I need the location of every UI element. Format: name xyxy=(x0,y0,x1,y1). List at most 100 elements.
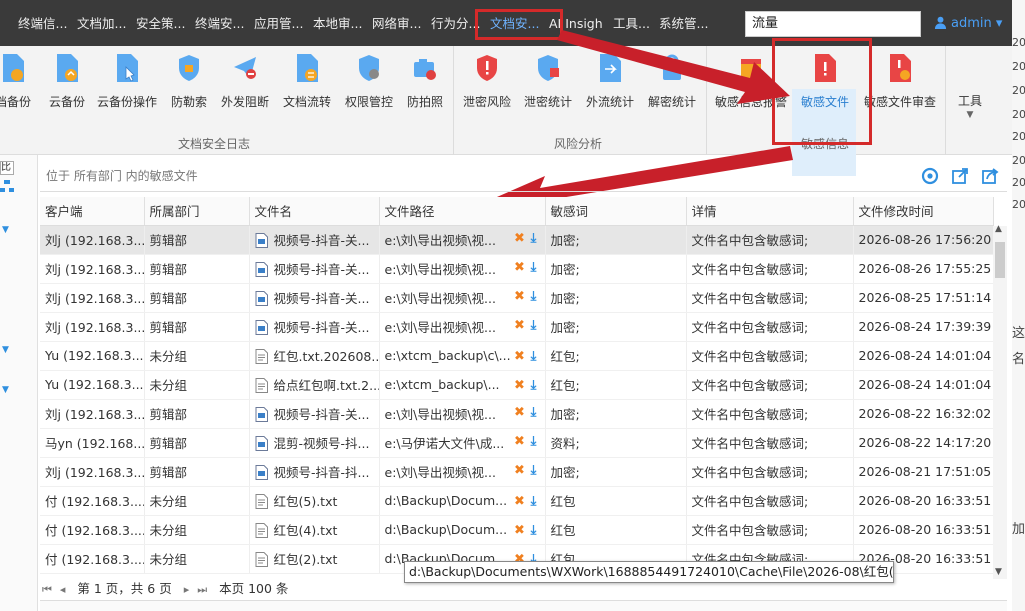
document-icon xyxy=(255,291,268,306)
ribbon-anti-ransomware-button[interactable]: 防勒索 xyxy=(164,46,214,131)
ribbon-sensitive-file-review-button[interactable]: 敏感文件审查 xyxy=(860,46,940,131)
table-row[interactable]: 刘j (192.168.3.... 剪辑部 视频号-抖音-关... e:\刘\导出视频… xyxy=(40,225,994,255)
cell-detail: 文件名中包含敏感词; xyxy=(686,254,854,284)
column-header-modified-time[interactable]: 文件修改时间 xyxy=(853,197,994,226)
ribbon-tools-dropdown[interactable]: 工具 ▼ xyxy=(948,46,992,131)
path-tooltip: d:\Backup\Documents\WXWork\1688854491724… xyxy=(404,561,894,583)
ribbon-doc-backup-button[interactable]: 档备份 xyxy=(0,46,38,131)
ribbon-anti-photo-button[interactable]: 防拍照 xyxy=(402,46,448,131)
ribbon-leak-stats-button[interactable]: 泄密统计 xyxy=(520,46,576,131)
filepath-text: e:\刘\导出视频\视... xyxy=(384,320,496,335)
download-icon[interactable]: ⤓ xyxy=(527,434,541,449)
column-header-detail[interactable]: 详情 xyxy=(686,197,854,226)
strip-text: 20 xyxy=(1012,36,1025,49)
delete-icon[interactable]: ✖ xyxy=(513,318,527,333)
cell-client: 刘j (192.168.3.... xyxy=(40,283,145,313)
strip-text: 名 xyxy=(1012,352,1025,367)
org-tree-icon[interactable] xyxy=(0,179,14,193)
nav-system-management[interactable]: 系统管... xyxy=(659,0,708,46)
delete-icon[interactable]: ✖ xyxy=(513,378,527,393)
delete-icon[interactable]: ✖ xyxy=(513,349,527,364)
delete-icon[interactable]: ✖ xyxy=(513,405,527,420)
download-icon[interactable]: ⤓ xyxy=(527,523,541,538)
nav-network-audit[interactable]: 网络审... xyxy=(372,0,421,46)
table-row[interactable]: Yu (192.168.3.... 未分组 给点红包啊.txt.2... e:\xtc… xyxy=(40,370,994,400)
refresh-icon[interactable] xyxy=(921,167,939,185)
table-row[interactable]: Yu (192.168.3.... 未分组 红包.txt.202608... e:\x… xyxy=(40,341,994,371)
chevron-down-icon[interactable]: ▼ xyxy=(2,225,9,235)
table-row[interactable]: 刘j (192.168.3.... 剪辑部 视频号-抖音-抖... e:\刘\导出视频… xyxy=(40,457,994,487)
download-icon[interactable]: ⤓ xyxy=(527,378,541,393)
download-icon[interactable]: ⤓ xyxy=(527,463,541,478)
delete-icon[interactable]: ✖ xyxy=(513,463,527,478)
nav-tools[interactable]: 工具... xyxy=(613,0,650,46)
cell-filename: 视频号-抖音-关... xyxy=(249,254,380,284)
ribbon-cloud-backup-ops-button[interactable]: 云备份操作 xyxy=(94,46,160,131)
table-row[interactable]: 马yn (192.168.... 剪辑部 混剪-视频号-抖... e:\马伊诺大文件\… xyxy=(40,428,994,458)
cell-client: 刘j (192.168.3.... xyxy=(40,312,145,342)
delete-icon[interactable]: ✖ xyxy=(513,289,527,304)
filepath-text: e:\马伊诺大文件\成... xyxy=(384,436,505,451)
chevron-down-icon[interactable]: ▼ xyxy=(2,385,9,395)
ribbon-cloud-backup-button[interactable]: 云备份 xyxy=(42,46,92,131)
delete-icon[interactable]: ✖ xyxy=(513,494,527,509)
cell-detail: 文件名中包含敏感词; xyxy=(686,225,854,255)
table-row[interactable]: 刘j (192.168.3.... 剪辑部 视频号-抖音-关... e:\刘\导出视频… xyxy=(40,312,994,342)
search-input[interactable]: 流量 xyxy=(745,11,921,37)
scroll-down-icon[interactable]: ▼ xyxy=(995,567,1002,577)
download-icon[interactable]: ⤓ xyxy=(527,349,541,364)
download-icon[interactable]: ⤓ xyxy=(527,494,541,509)
nav-local-audit[interactable]: 本地审... xyxy=(313,0,362,46)
table-row[interactable]: 付 (192.168.3.... 未分组 红包(5).txt d:\Backup\Do… xyxy=(40,486,994,516)
table-row[interactable]: 付 (192.168.3.... 未分组 红包(4).txt d:\Backup\Do… xyxy=(40,515,994,545)
export-icon[interactable] xyxy=(951,167,969,185)
cell-client: 付 (192.168.3.... xyxy=(40,486,145,516)
user-menu[interactable]: admin ▾ xyxy=(934,0,1002,46)
nav-terminal-info[interactable]: 终端信... xyxy=(18,0,67,46)
download-icon[interactable]: ⤓ xyxy=(527,260,541,275)
table-row[interactable]: 刘j (192.168.3.... 剪辑部 视频号-抖音-关... e:\刘\导出视频… xyxy=(40,254,994,284)
ribbon-permission-control-button[interactable]: 权限管控 xyxy=(342,46,396,131)
download-icon[interactable]: ⤓ xyxy=(527,289,541,304)
vertical-scrollbar[interactable]: ▲ ▼ xyxy=(993,224,1007,579)
share-icon[interactable] xyxy=(981,167,999,185)
cell-filepath: e:\刘\导出视频\视... ✖ ⤓ xyxy=(379,283,546,313)
delete-icon[interactable]: ✖ xyxy=(513,260,527,275)
cell-client: 付 (192.168.3.... xyxy=(40,515,145,545)
prev-page-icon[interactable]: ◂ xyxy=(60,580,66,600)
first-page-icon[interactable]: ⏮ xyxy=(42,580,52,600)
scrollbar-thumb[interactable] xyxy=(995,242,1005,278)
delete-icon[interactable]: ✖ xyxy=(513,231,527,246)
nav-security-policy[interactable]: 安全策... xyxy=(136,0,185,46)
next-page-icon[interactable]: ▸ xyxy=(184,580,190,600)
download-icon[interactable]: ⤓ xyxy=(527,318,541,333)
nav-app-management[interactable]: 应用管... xyxy=(254,0,303,46)
ribbon-outgoing-block-button[interactable]: 外发阻断 xyxy=(218,46,272,131)
column-header-keyword[interactable]: 敏感词 xyxy=(545,197,687,226)
cell-filename: 红包(5).txt xyxy=(249,486,380,516)
cell-detail: 文件名中包含敏感词; xyxy=(686,312,854,342)
download-icon[interactable]: ⤓ xyxy=(527,231,541,246)
delete-icon[interactable]: ✖ xyxy=(513,523,527,538)
column-header-filename[interactable]: 文件名 xyxy=(249,197,380,226)
table-row[interactable]: 刘j (192.168.3.... 剪辑部 视频号-抖音-关... e:\刘\导出视频… xyxy=(40,283,994,313)
table-row[interactable]: 刘j (192.168.3.... 剪辑部 视频号-抖音-关... e:\刘\导出视频… xyxy=(40,399,994,429)
nav-behavior-analysis[interactable]: 行为分... xyxy=(431,0,480,46)
delete-icon[interactable]: ✖ xyxy=(513,434,527,449)
nav-terminal-security[interactable]: 终端安... xyxy=(195,0,244,46)
ribbon-doc-flow-button[interactable]: 文档流转 xyxy=(280,46,334,131)
cell-filename: 红包(2).txt xyxy=(249,544,380,574)
cell-keyword: 红包 xyxy=(545,515,687,545)
column-header-filepath[interactable]: 文件路径 xyxy=(379,197,546,226)
ribbon-outflow-stats-button[interactable]: 外流统计 xyxy=(582,46,638,131)
download-icon[interactable]: ⤓ xyxy=(527,405,541,420)
ribbon-decrypt-stats-button[interactable]: 解密统计 xyxy=(644,46,700,131)
scroll-up-icon[interactable]: ▲ xyxy=(995,224,1002,234)
doc-flow-icon xyxy=(297,54,318,82)
chevron-down-icon[interactable]: ▼ xyxy=(2,345,9,355)
column-header-department[interactable]: 所属部门 xyxy=(144,197,250,226)
nav-doc-encrypt[interactable]: 文档加... xyxy=(77,0,126,46)
last-page-icon[interactable]: ⏭ xyxy=(197,580,207,600)
ribbon-leak-risk-button[interactable]: 泄密风险 xyxy=(460,46,514,131)
column-header-client[interactable]: 客户端 xyxy=(40,197,145,226)
